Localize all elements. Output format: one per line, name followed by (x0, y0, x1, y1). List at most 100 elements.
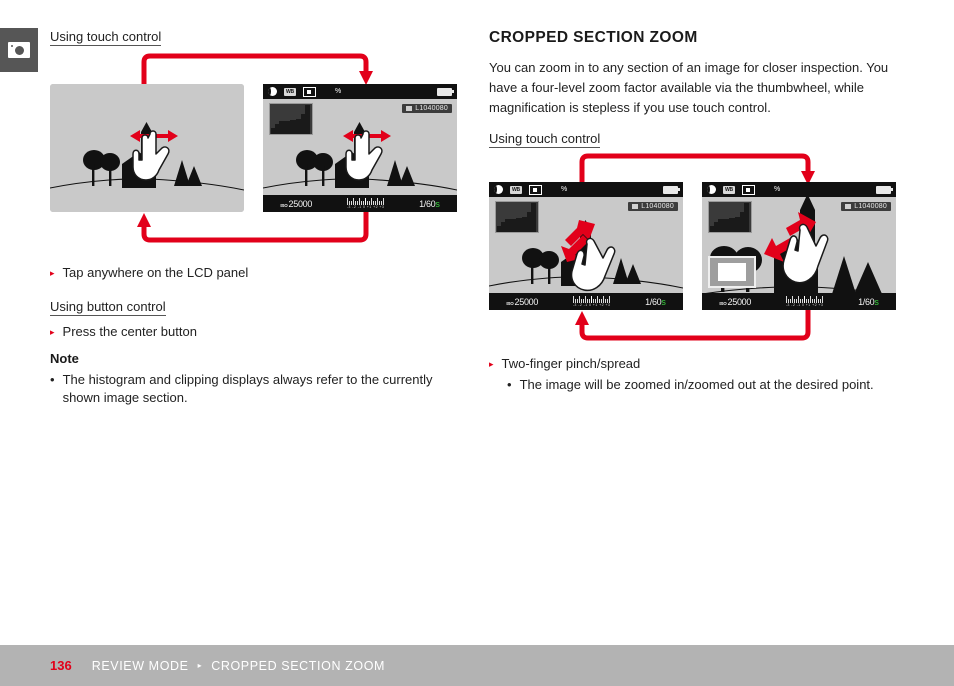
note-bullet-text: The histogram and clipping displays alwa… (62, 372, 433, 405)
iso-readout: ISO 25000 (280, 199, 312, 209)
file-name-label: L1040080 (402, 104, 452, 113)
memory-card-icon (632, 204, 639, 209)
wb-chip-icon: WB (284, 87, 296, 96)
exposure-scale-numbers: -3 -2 -1 0 +1 +2 +3 (785, 303, 824, 307)
exposure-scale-numbers: -3 -2 -1 0 +1 +2 +3 (346, 205, 385, 209)
iso-label: ISO (719, 300, 727, 306)
left-bullet-tap: ▸ Tap anywhere on the LCD panel (50, 264, 450, 282)
shutter-value: 1/60 (858, 296, 875, 307)
percent-icon: % (560, 186, 567, 193)
bullet-dot-icon: • (50, 372, 55, 387)
histogram (269, 103, 313, 135)
iso-value: 25000 (288, 198, 313, 209)
battery-icon (663, 185, 680, 194)
left-bullet-press-text: Press the center button (62, 324, 197, 339)
shutter-unit: s (874, 296, 879, 307)
lcd-scene-info: WB % L1040080 ISO 25000 -3 -2 -1 0 +1 +2… (263, 84, 457, 212)
percent-icon: % (334, 88, 341, 95)
iso-readout: ISO 25000 (719, 297, 751, 307)
shutter-unit: s (661, 296, 666, 307)
left-bullet-tap-text: Tap anywhere on the LCD panel (62, 265, 249, 280)
moon-icon (268, 87, 277, 96)
crop-navigator-indicator (708, 256, 756, 288)
lcd-top-status-bar: WB % (702, 182, 896, 197)
touch-drag-hand-icon (130, 130, 178, 181)
flow-arrow-back (137, 212, 369, 243)
percent-icon: % (773, 186, 780, 193)
left-subhead-button-control: Using button control (50, 299, 166, 316)
lcd-panel-before-zoom[interactable]: WB % L1040080 ISO 25000 -3 -2 -1 0 +1 +2… (489, 182, 683, 310)
breadcrumb: REVIEW MODE ▸ CROPPED SECTION ZOOM (92, 659, 385, 673)
histogram (495, 201, 539, 233)
wb-chip-icon: WB (723, 185, 735, 194)
touch-pinch-hand-icon (561, 220, 616, 292)
left-bullet-press: ▸ Press the center button (50, 323, 450, 341)
flow-arrow-forward-zoom (579, 153, 815, 185)
lcd-panel-after-zoom[interactable]: WB % L1040080 ISO 25000 -3 -2 -1 0 +1 +2… (702, 182, 896, 310)
shutter-readout: 1/60s (419, 199, 440, 209)
shutter-unit: s (435, 198, 440, 209)
exposure-scale-numbers: -3 -2 -1 0 +1 +2 +3 (572, 303, 611, 307)
iso-value: 25000 (727, 296, 752, 307)
bullet-triangle-icon: ▸ (50, 327, 55, 337)
memory-card-icon (845, 204, 852, 209)
metering-icon (302, 86, 316, 97)
bullet-triangle-icon: ▸ (489, 359, 494, 369)
lcd-scene-after-zoom: WB % L1040080 ISO 25000 -3 -2 -1 0 +1 +2… (702, 182, 896, 310)
moon-icon (494, 185, 503, 194)
iso-readout: ISO 25000 (506, 297, 538, 307)
right-subhead-touch-control: Using touch control (489, 131, 601, 148)
shutter-readout: 1/60s (858, 297, 879, 307)
right-bullet-result-text: The image will be zoomed in/zoomed out a… (519, 377, 874, 392)
exposure-scale: -3 -2 -1 0 +1 +2 +3 (572, 296, 611, 307)
lcd-panel-unzoomed[interactable] (50, 84, 244, 212)
iso-value: 25000 (514, 296, 539, 307)
touch-drag-hand-icon (343, 130, 391, 181)
iso-label: ISO (506, 300, 514, 306)
wb-chip-icon: WB (510, 185, 522, 194)
lcd-scene-before-zoom: WB % L1040080 ISO 25000 -3 -2 -1 0 +1 +2… (489, 182, 683, 310)
shutter-value: 1/60 (645, 296, 662, 307)
right-bullet-pinch-text: Two-finger pinch/spread (501, 356, 641, 371)
shutter-readout: 1/60s (645, 297, 666, 307)
moon-icon (707, 185, 716, 194)
file-name-label: L1040080 (841, 202, 891, 211)
intro-paragraph: You can zoom in to any section of an ima… (489, 60, 889, 115)
file-name-text: L1040080 (415, 105, 448, 112)
note-title: Note (50, 351, 79, 366)
exposure-scale: -3 -2 -1 0 +1 +2 +3 (785, 296, 824, 307)
lcd-top-status-bar: WB % (263, 84, 457, 99)
file-name-text: L1040080 (854, 203, 887, 210)
iso-label: ISO (280, 202, 288, 208)
metering-icon (528, 184, 542, 195)
flow-arrow-forward (141, 53, 373, 85)
lcd-bottom-status-bar: ISO 25000 -3 -2 -1 0 +1 +2 +3 1/60s (489, 293, 683, 310)
lcd-top-status-bar: WB % (489, 182, 683, 197)
chevron-right-icon: ▸ (197, 661, 203, 670)
right-bullet-result: • The image will be zoomed in/zoomed out… (507, 376, 907, 394)
battery-icon (876, 185, 893, 194)
note-bullet: • The histogram and clipping displays al… (50, 371, 455, 407)
camera-icon (8, 42, 30, 58)
metering-icon (741, 184, 755, 195)
lcd-panel-with-info[interactable]: WB % L1040080 ISO 25000 -3 -2 -1 0 +1 +2… (263, 84, 457, 212)
page-number: 136 (50, 658, 72, 673)
breadcrumb-item-cropped-section-zoom: CROPPED SECTION ZOOM (211, 658, 386, 673)
memory-card-icon (406, 106, 413, 111)
right-bullet-pinch: ▸ Two-finger pinch/spread (489, 355, 899, 373)
chapter-badge (0, 28, 38, 72)
shutter-value: 1/60 (419, 198, 436, 209)
touch-pinch-hand-icon (764, 212, 829, 284)
histogram (708, 201, 752, 233)
file-name-label: L1040080 (628, 202, 678, 211)
bullet-dot-icon: • (507, 377, 512, 392)
page-title: CROPPED SECTION ZOOM (489, 29, 698, 46)
bullet-triangle-icon: ▸ (50, 268, 55, 278)
exposure-scale: -3 -2 -1 0 +1 +2 +3 (346, 198, 385, 209)
flow-arrow-back-zoom (575, 310, 811, 341)
lcd-bottom-status-bar: ISO 25000 -3 -2 -1 0 +1 +2 +3 1/60s (702, 293, 896, 310)
battery-icon (437, 87, 454, 96)
breadcrumb-item-review-mode: REVIEW MODE (91, 658, 189, 673)
lcd-scene-plain (50, 84, 244, 212)
file-name-text: L1040080 (641, 203, 674, 210)
